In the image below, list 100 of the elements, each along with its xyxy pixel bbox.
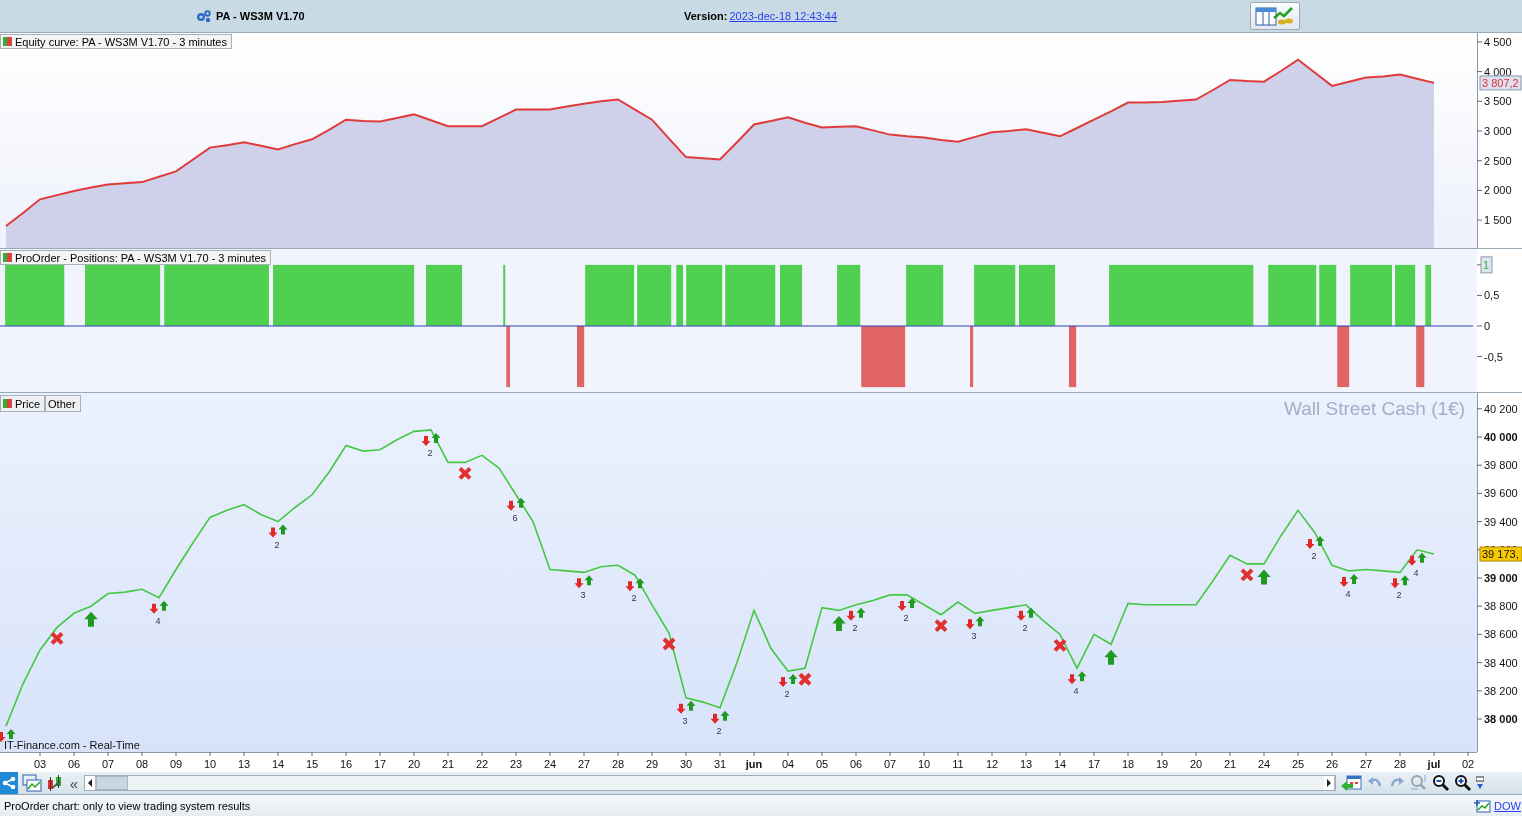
exit-marker bbox=[662, 637, 676, 651]
date-label: 20 bbox=[1189, 758, 1203, 770]
zoom-in-icon[interactable] bbox=[1454, 774, 1472, 792]
axis-label: 39 800 bbox=[1484, 459, 1518, 472]
collapse-button[interactable]: « bbox=[68, 774, 80, 792]
reversal-marker bbox=[421, 432, 441, 446]
trade-count: 2 bbox=[852, 622, 858, 633]
date-label: 25 bbox=[1291, 758, 1305, 770]
date-label: jul bbox=[1427, 758, 1441, 770]
reversal-marker bbox=[778, 674, 798, 688]
date-label: 03 bbox=[33, 758, 47, 770]
trade-count: 2 bbox=[1311, 550, 1317, 561]
axis-label: 39 000 bbox=[1484, 572, 1518, 584]
trade-count: 2 bbox=[631, 593, 637, 604]
instrument-title: Wall Street Cash (1€) bbox=[1284, 398, 1465, 419]
gears-icon bbox=[196, 9, 212, 23]
axis-label: 38 000 bbox=[1484, 713, 1518, 725]
date-label: 21 bbox=[1223, 758, 1237, 770]
date-label: 13 bbox=[1019, 758, 1033, 770]
series-tab[interactable]: Price bbox=[0, 395, 46, 412]
version-label: Version: bbox=[684, 10, 728, 22]
exit-marker bbox=[934, 619, 948, 633]
reversal-marker bbox=[846, 607, 866, 621]
horizontal-scrollbar[interactable] bbox=[84, 775, 1336, 791]
trade-count: 3 bbox=[971, 631, 977, 642]
scroll-right-icon[interactable] bbox=[1324, 776, 1335, 790]
reversal-marker bbox=[0, 729, 16, 743]
buy-marker bbox=[1257, 569, 1271, 585]
date-label: 13 bbox=[237, 758, 251, 770]
date-label: 24 bbox=[543, 758, 557, 770]
date-label: 07 bbox=[101, 758, 115, 770]
date-label: 17 bbox=[1087, 758, 1101, 770]
calendar-arrow-icon[interactable] bbox=[1340, 774, 1362, 792]
date-label: 10 bbox=[917, 758, 931, 770]
date-label: 24 bbox=[1257, 758, 1271, 770]
buy-marker bbox=[832, 615, 846, 631]
date-label: 07 bbox=[883, 758, 897, 770]
axis-label: 38 400 bbox=[1484, 656, 1518, 669]
date-label: 14 bbox=[271, 758, 285, 770]
date-label: 10 bbox=[203, 758, 217, 770]
axis-label: 2 500 bbox=[1484, 154, 1512, 167]
scroll-left-icon[interactable] bbox=[85, 776, 96, 790]
date-label: 06 bbox=[849, 758, 863, 770]
axis-label: 3 500 bbox=[1484, 95, 1512, 108]
report-chart-icon bbox=[1254, 5, 1296, 27]
reversal-marker bbox=[897, 597, 917, 611]
reversal-marker bbox=[574, 575, 594, 589]
report-button[interactable] bbox=[1250, 2, 1300, 30]
scroll-thumb[interactable] bbox=[96, 776, 128, 790]
date-label: 08 bbox=[135, 758, 149, 770]
date-label: jun bbox=[745, 758, 763, 770]
data-source: IT-Finance.com - Real-Time bbox=[4, 739, 140, 751]
exit-marker bbox=[50, 631, 64, 645]
download-link[interactable]: DOW bbox=[1494, 799, 1522, 812]
trade-count: 4 bbox=[155, 615, 161, 626]
date-label: 17 bbox=[373, 758, 387, 770]
axis-label: 4 500 bbox=[1484, 35, 1512, 48]
axis-label: 38 800 bbox=[1484, 600, 1518, 613]
reversal-marker bbox=[1067, 671, 1087, 685]
date-label: 05 bbox=[815, 758, 829, 770]
trade-count: 2 bbox=[1022, 622, 1028, 633]
date-label: 11 bbox=[952, 758, 964, 770]
date-label: 31 bbox=[713, 758, 727, 770]
axis-label: 40 200 bbox=[1484, 402, 1518, 415]
date-label: 06 bbox=[67, 758, 81, 770]
chart-windows-icon[interactable] bbox=[22, 774, 42, 792]
trade-count: 2 bbox=[427, 447, 433, 458]
reversal-marker bbox=[1339, 573, 1359, 587]
trade-count: 3 bbox=[580, 590, 586, 601]
date-label: 16 bbox=[339, 758, 353, 770]
date-label: 22 bbox=[475, 758, 489, 770]
current-value-tag: 1 bbox=[1480, 256, 1493, 274]
date-label: 29 bbox=[645, 758, 659, 770]
trade-count: 4 bbox=[1345, 588, 1351, 599]
current-value-tag: 3 807,2 bbox=[1479, 75, 1522, 91]
date-label: 28 bbox=[1393, 758, 1407, 770]
axis-label: 0 bbox=[1484, 320, 1491, 332]
trade-count: 2 bbox=[274, 539, 280, 550]
version-link[interactable]: 2023-dec-18 12:43:44 bbox=[729, 10, 838, 22]
candlestick-wrench-icon[interactable] bbox=[46, 774, 64, 792]
date-label: 23 bbox=[509, 758, 523, 770]
buy-marker bbox=[84, 611, 98, 627]
status-message: ProOrder chart: only to view trading system results bbox=[4, 799, 251, 812]
axis-label: 0,5 bbox=[1484, 289, 1500, 302]
axis-label: 39 400 bbox=[1484, 515, 1518, 528]
series-tab[interactable]: Other bbox=[45, 395, 81, 412]
date-label: 09 bbox=[169, 758, 183, 770]
exit-marker bbox=[1053, 639, 1067, 652]
trade-count: 2 bbox=[903, 612, 909, 623]
reversal-marker bbox=[625, 578, 645, 592]
reversal-marker bbox=[965, 616, 985, 630]
date-label: 02 bbox=[1461, 758, 1475, 770]
system-title: PA - WS3M V1.70 bbox=[216, 10, 305, 22]
reversal-marker bbox=[1016, 607, 1036, 621]
reversal-marker bbox=[710, 710, 730, 724]
axis-label: -0,5 bbox=[1484, 350, 1503, 363]
legend-text: ProOrder - Positions: PA - WS3M V1.70 - 3 minutes bbox=[15, 251, 267, 264]
trade-count: 4 bbox=[1413, 567, 1419, 578]
zoom-out-icon[interactable] bbox=[1432, 774, 1450, 792]
share-button[interactable] bbox=[0, 772, 18, 794]
